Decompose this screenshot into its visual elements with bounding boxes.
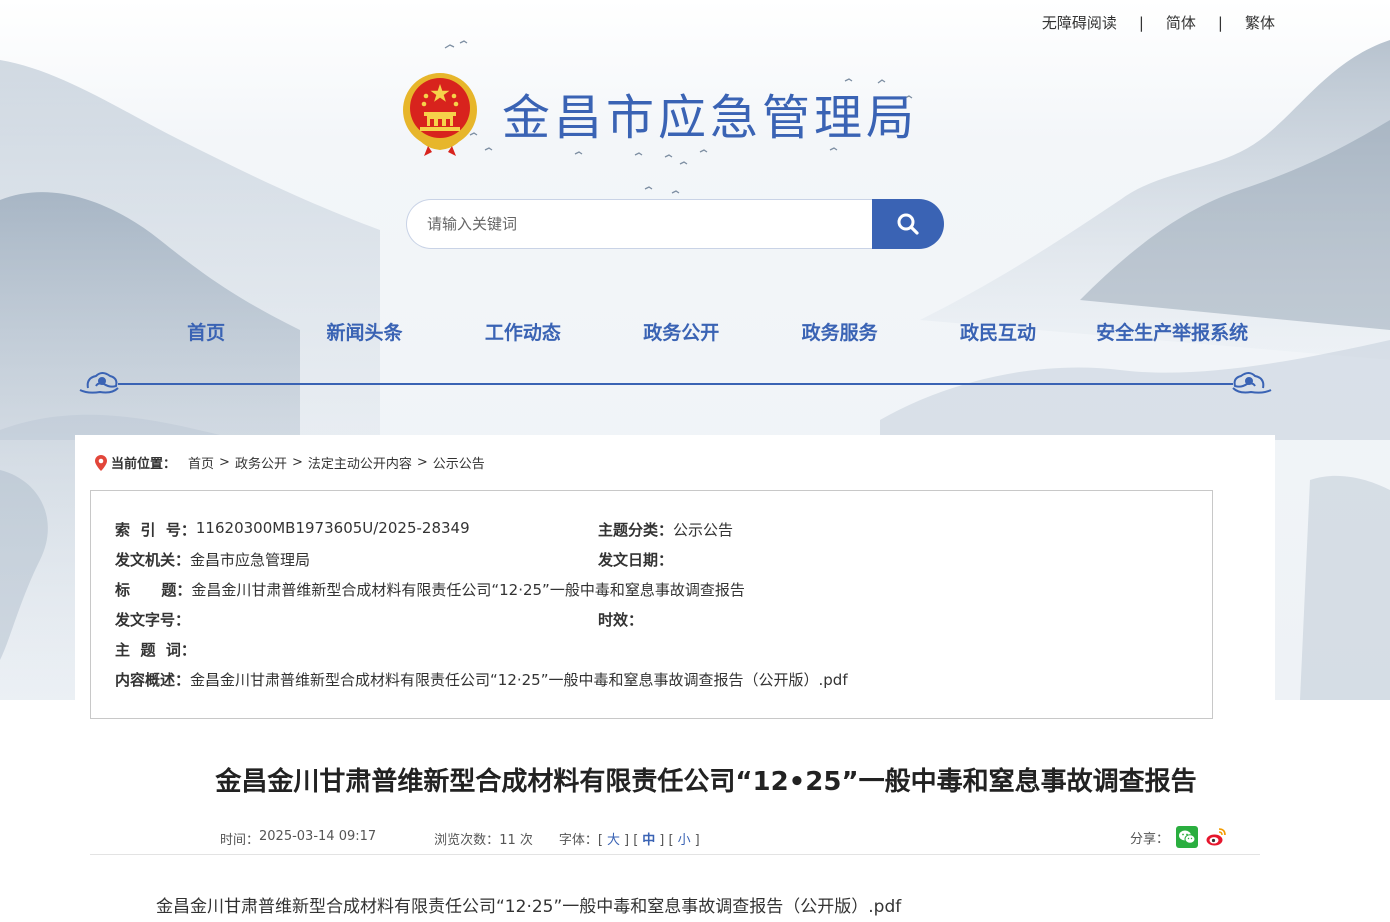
font-size-controls: [大] [中] [小]	[597, 833, 700, 848]
meta-index-key: 索 引 号：	[115, 521, 196, 539]
nav-item-home[interactable]: 首页	[127, 318, 285, 345]
breadcrumb-announcements[interactable]: 公示公告	[433, 453, 485, 472]
meta-row-validity: 时效：	[598, 609, 643, 630]
nav-item-headlines[interactable]: 新闻头条	[285, 318, 443, 345]
nav-divider-ornament	[79, 372, 1272, 394]
nav-item-gov-services[interactable]: 政务服务	[760, 318, 918, 345]
top-utility-bar: 无障碍阅读 | 简体 | 繁体	[1042, 12, 1275, 33]
wechat-icon[interactable]	[1176, 826, 1199, 848]
breadcrumb-label: 当前位置：	[111, 457, 177, 472]
meta-summary-key: 内容概述：	[115, 671, 191, 689]
breadcrumb-separator: >	[219, 455, 230, 470]
breadcrumb-separator: >	[291, 455, 303, 470]
font-small-button[interactable]: 小	[678, 833, 691, 848]
content-panel: 当前位置： 首页 > 政务公开 > 法定主动公开内容 > 公示公告 索 引 号：…	[75, 435, 1275, 922]
simplified-chinese-link[interactable]: 简体	[1166, 12, 1196, 33]
meta-validity-key: 时效：	[598, 611, 644, 629]
breadcrumb: 当前位置： 首页 > 政务公开 > 法定主动公开内容 > 公示公告	[95, 453, 485, 472]
main-nav: 首页 新闻头条 工作动态 政务公开 政务服务 政民互动 安全生产举报系统	[127, 318, 1267, 345]
meta-issuer-key: 发文机关：	[115, 551, 191, 569]
meta-row-topic: 主题分类： 公示公告	[598, 519, 733, 540]
traditional-chinese-link[interactable]: 繁体	[1245, 12, 1275, 33]
views-value: 11 次	[499, 833, 533, 848]
font-size-label: 字体：	[558, 833, 598, 848]
font-large-button[interactable]: 大	[607, 833, 620, 848]
document-metadata-box: 索 引 号： 11620300MB1973605U/2025-28349 主题分…	[90, 490, 1213, 719]
meta-row-summary: 内容概述： 金昌金川甘肃普维新型合成材料有限责任公司“12·25”一般中毒和窒息…	[115, 669, 848, 690]
accessible-reading-link[interactable]: 无障碍阅读	[1042, 12, 1117, 33]
share-bar: 分享：	[1130, 826, 1227, 848]
meta-summary-value: 金昌金川甘肃普维新型合成材料有限责任公司“12·25”一般中毒和窒息事故调查报告…	[190, 671, 848, 689]
national-emblem-icon	[403, 73, 477, 156]
share-label: 分享：	[1130, 831, 1170, 847]
divider: |	[1138, 13, 1144, 32]
article-body: 金昌金川甘肃普维新型合成材料有限责任公司“12·25”一般中毒和窒息事故调查报告…	[156, 892, 901, 917]
article-info-bar: 时间： 2025-03-14 09:17 浏览次数： 11 次 字体： [大] …	[220, 829, 700, 848]
search-icon	[897, 213, 919, 235]
divider: |	[1217, 13, 1223, 32]
meta-docno-key: 发文字号：	[115, 611, 191, 629]
meta-topic-key: 主题分类：	[598, 521, 674, 539]
meta-keywords-key: 主 题 词：	[115, 641, 196, 659]
meta-issuer-value: 金昌市应急管理局	[190, 551, 311, 569]
meta-index-value: 11620300MB1973605U/2025-28349	[195, 519, 470, 537]
time-label: 时间：	[220, 833, 260, 848]
nav-item-gov-affairs[interactable]: 政务公开	[602, 318, 760, 345]
meta-title-key: 标 题：	[115, 581, 192, 599]
meta-row-issuer: 发文机关： 金昌市应急管理局	[115, 549, 310, 570]
nav-item-work-news[interactable]: 工作动态	[444, 318, 602, 345]
cloud-ornament-icon	[1232, 372, 1272, 394]
nav-item-interaction[interactable]: 政民互动	[919, 318, 1077, 345]
breadcrumb-gov-affairs[interactable]: 政务公开	[235, 453, 287, 472]
site-title: 金昌市应急管理局	[502, 90, 919, 146]
meta-row-title: 标 题： 金昌金川甘肃普维新型合成材料有限责任公司“12·25”一般中毒和窒息事…	[115, 579, 745, 600]
nav-item-safety-report[interactable]: 安全生产举报系统	[1077, 318, 1267, 345]
search-bar	[406, 199, 944, 249]
breadcrumb-home[interactable]: 首页	[188, 453, 214, 472]
meta-row-date: 发文日期：	[598, 549, 673, 570]
font-medium-button[interactable]: 中	[642, 833, 655, 848]
cloud-ornament-icon	[79, 372, 119, 394]
meta-topic-value: 公示公告	[673, 521, 734, 539]
article-title: 金昌金川甘肃普维新型合成材料有限责任公司“12•25”一般中毒和窒息事故调查报告	[215, 767, 1197, 797]
meta-date-key: 发文日期：	[598, 551, 674, 569]
site-header: 金昌市应急管理局	[400, 70, 918, 156]
breadcrumb-statutory-content[interactable]: 法定主动公开内容	[308, 453, 412, 472]
search-input[interactable]	[406, 199, 872, 249]
meta-row-index: 索 引 号： 11620300MB1973605U/2025-28349	[115, 519, 470, 540]
location-pin-icon	[95, 454, 107, 471]
views-label: 浏览次数：	[434, 833, 500, 848]
meta-row-keywords: 主 题 词：	[115, 639, 196, 660]
meta-row-docno: 发文字号：	[115, 609, 190, 630]
attachment-link[interactable]: 金昌金川甘肃普维新型合成材料有限责任公司“12·25”一般中毒和窒息事故调查报告…	[156, 897, 901, 917]
article-divider	[90, 854, 1260, 855]
time-value: 2025-03-14 09:17	[259, 829, 377, 844]
breadcrumb-separator: >	[416, 455, 428, 470]
meta-title-value: 金昌金川甘肃普维新型合成材料有限责任公司“12·25”一般中毒和窒息事故调查报告	[191, 581, 745, 599]
weibo-icon[interactable]	[1205, 826, 1227, 848]
search-button[interactable]	[872, 199, 944, 249]
